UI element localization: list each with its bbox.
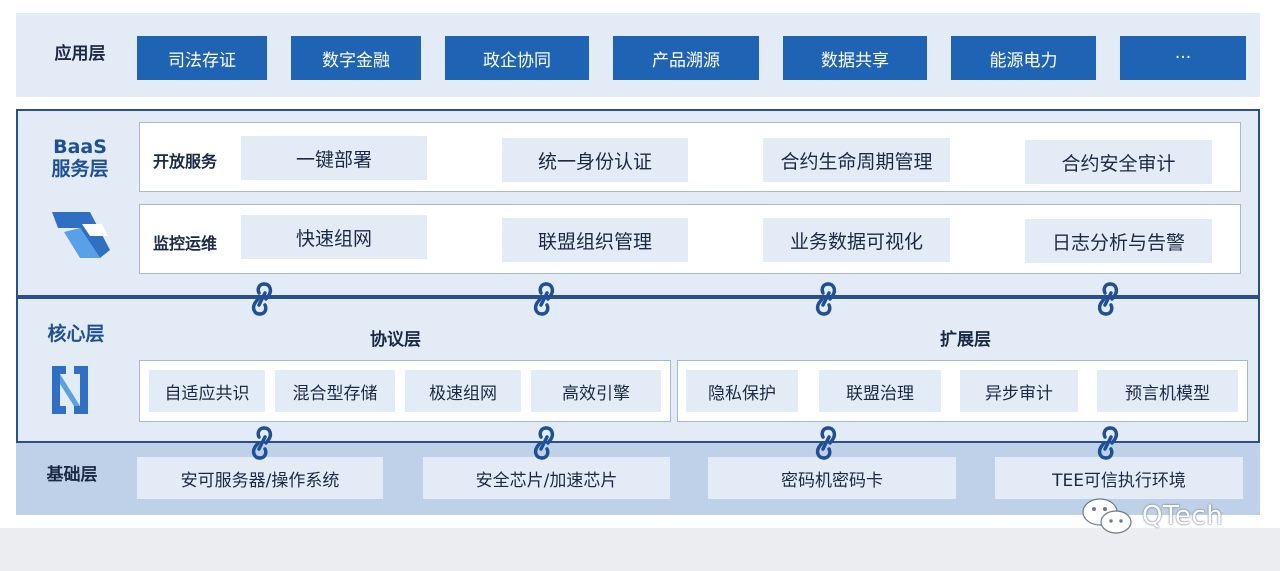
app-layer-title: 应用层 (54, 44, 106, 64)
open-service-item-contract-audit: 合约安全审计 (1025, 140, 1212, 184)
extension-item-oracle: 预言机模型 (1097, 370, 1238, 412)
extension-item-privacy: 隐私保护 (686, 370, 798, 412)
wechat-icon (1082, 498, 1132, 534)
protocol-item-consensus: 自适应共识 (149, 370, 265, 412)
protocol-item-engine: 高效引擎 (531, 370, 661, 412)
chain-link-icon (815, 282, 837, 316)
watermark-text: QTech (1142, 501, 1224, 531)
chain-link-icon (251, 426, 273, 460)
monitor-ops-item-log-alert: 日志分析与告警 (1025, 219, 1212, 263)
base-item-chips: 安全芯片/加速芯片 (423, 457, 670, 499)
monitor-ops-item-network: 快速组网 (241, 215, 427, 259)
protocol-layer-title: 协议层 (370, 330, 421, 350)
extension-layer-title: 扩展层 (940, 330, 991, 350)
extension-item-governance: 联盟治理 (819, 370, 941, 412)
monitor-ops-item-visualization: 业务数据可视化 (763, 218, 950, 262)
baas-logo-icon (50, 210, 112, 260)
base-layer-title: 基础层 (46, 465, 98, 485)
core-layer-title: 核心层 (47, 323, 105, 345)
watermark: QTech (1080, 496, 1223, 536)
open-service-item-identity: 统一身份认证 (502, 138, 688, 182)
open-service-item-deploy: 一键部署 (241, 136, 427, 180)
protocol-item-network: 极速组网 (405, 370, 521, 412)
core-logo-icon (46, 362, 94, 418)
base-item-tee: TEE可信执行环境 (995, 457, 1243, 499)
chain-link-icon (251, 282, 273, 316)
chain-link-icon (533, 426, 555, 460)
app-item-judicial: 司法存证 (137, 36, 267, 80)
baas-title-line1: BaaS (53, 136, 107, 158)
chain-link-icon (815, 426, 837, 460)
base-item-server-os: 安可服务器/操作系统 (137, 457, 383, 499)
app-item-government: 政企协同 (445, 36, 589, 80)
chain-link-icon (1097, 426, 1119, 460)
chain-link-icon (533, 282, 555, 316)
protocol-item-storage: 混合型存储 (275, 370, 395, 412)
app-item-data-sharing: 数据共享 (783, 36, 927, 80)
extension-item-async-audit: 异步审计 (960, 370, 1078, 412)
app-item-traceability: 产品溯源 (613, 36, 759, 80)
base-item-crypto-card: 密码机密码卡 (708, 457, 956, 499)
app-item-more: ··· (1120, 36, 1246, 80)
baas-layer-title: BaaS 服务层 (30, 136, 130, 181)
monitor-ops-label: 监控运维 (153, 234, 218, 253)
app-item-finance: 数字金融 (291, 36, 421, 80)
app-item-energy: 能源电力 (951, 36, 1096, 80)
monitor-ops-item-org-mgmt: 联盟组织管理 (502, 218, 688, 262)
baas-title-line2: 服务层 (51, 157, 109, 180)
open-service-item-contract-lifecycle: 合约生命周期管理 (763, 138, 950, 182)
chain-link-icon (1097, 282, 1119, 316)
open-service-label: 开放服务 (153, 152, 218, 171)
